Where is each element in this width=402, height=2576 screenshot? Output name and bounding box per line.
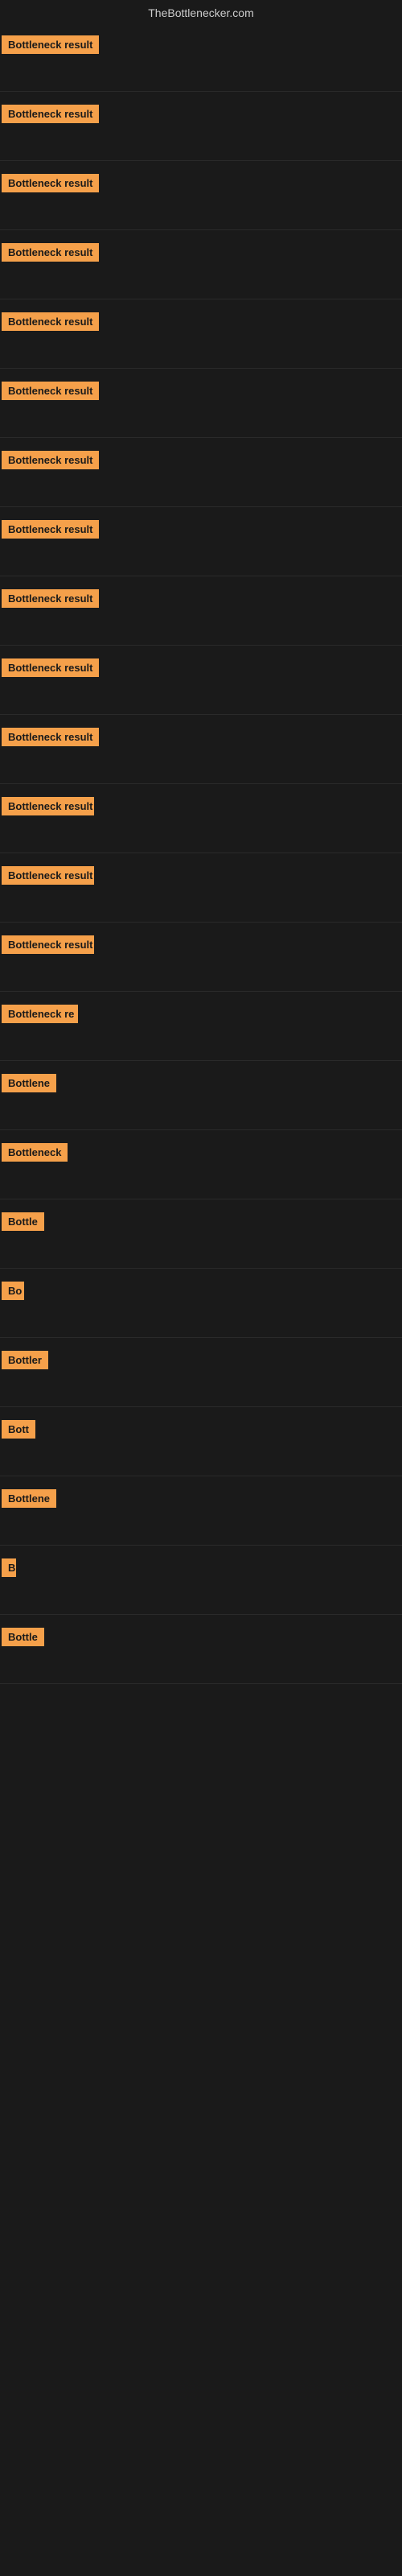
list-item: Bottleneck result: [0, 715, 402, 784]
page-wrapper: TheBottlenecker.com Bottleneck resultBot…: [0, 0, 402, 1684]
list-item: Bottleneck result: [0, 369, 402, 438]
list-item: Bottleneck result: [0, 92, 402, 161]
bottleneck-result-badge[interactable]: Bottleneck re: [2, 1005, 78, 1023]
list-item: Bottleneck result: [0, 507, 402, 576]
bottleneck-result-badge[interactable]: Bottleneck result: [2, 520, 99, 539]
bottleneck-result-badge[interactable]: Bottleneck result: [2, 797, 94, 815]
list-item: Bott: [0, 1407, 402, 1476]
bottleneck-result-badge[interactable]: Bottle: [2, 1628, 44, 1646]
bottleneck-result-badge[interactable]: Bottlene: [2, 1489, 56, 1508]
bottleneck-result-badge[interactable]: Bottlene: [2, 1074, 56, 1092]
list-item: Bottleneck result: [0, 299, 402, 369]
list-item: Bottleneck: [0, 1130, 402, 1199]
bottleneck-result-badge[interactable]: Bottleneck result: [2, 243, 99, 262]
bottleneck-result-badge[interactable]: Bottleneck result: [2, 658, 99, 677]
bottleneck-result-badge[interactable]: Bottler: [2, 1351, 48, 1369]
list-item: Bottle: [0, 1199, 402, 1269]
bottleneck-result-badge[interactable]: Bottleneck result: [2, 174, 99, 192]
list-item: Bottleneck result: [0, 853, 402, 923]
list-item: B: [0, 1546, 402, 1615]
bottleneck-result-badge[interactable]: B: [2, 1558, 16, 1577]
list-item: Bottlene: [0, 1476, 402, 1546]
bottleneck-result-badge[interactable]: Bo: [2, 1282, 24, 1300]
list-item: Bottleneck result: [0, 784, 402, 853]
list-item: Bo: [0, 1269, 402, 1338]
bottleneck-result-badge[interactable]: Bottleneck result: [2, 866, 94, 885]
bottleneck-result-badge[interactable]: Bottleneck result: [2, 935, 94, 954]
list-item: Bottleneck result: [0, 438, 402, 507]
bottleneck-result-badge[interactable]: Bottleneck result: [2, 728, 99, 746]
list-item: Bottleneck result: [0, 161, 402, 230]
bottleneck-result-badge[interactable]: Bottleneck: [2, 1143, 68, 1162]
list-item: Bottleneck result: [0, 576, 402, 646]
list-item: Bottleneck result: [0, 646, 402, 715]
list-item: Bottleneck result: [0, 923, 402, 992]
bottleneck-result-badge[interactable]: Bottleneck result: [2, 105, 99, 123]
bottleneck-result-badge[interactable]: Bottleneck result: [2, 589, 99, 608]
bottleneck-result-badge[interactable]: Bottleneck result: [2, 312, 99, 331]
list-item: Bottleneck result: [0, 23, 402, 92]
bottleneck-result-badge[interactable]: Bott: [2, 1420, 35, 1439]
bottleneck-result-badge[interactable]: Bottleneck result: [2, 35, 99, 54]
list-item: Bottleneck result: [0, 230, 402, 299]
bottleneck-result-badge[interactable]: Bottleneck result: [2, 382, 99, 400]
bottleneck-result-badge[interactable]: Bottle: [2, 1212, 44, 1231]
bottleneck-result-badge[interactable]: Bottleneck result: [2, 451, 99, 469]
list-item: Bottlene: [0, 1061, 402, 1130]
site-title: TheBottlenecker.com: [0, 0, 402, 23]
list-item: Bottleneck re: [0, 992, 402, 1061]
list-item: Bottler: [0, 1338, 402, 1407]
rows-container: Bottleneck result Bottleneck result Bottle…: [0, 23, 402, 1684]
list-item: Bottle: [0, 1615, 402, 1684]
